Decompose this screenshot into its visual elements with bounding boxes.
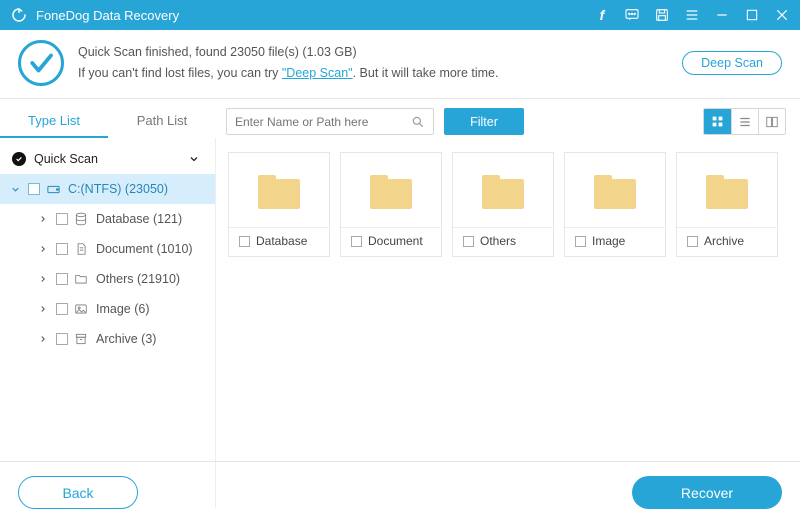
scan-summary-suffix: . But it will take more time. <box>353 66 499 80</box>
minimize-icon[interactable] <box>714 7 730 23</box>
checkbox[interactable] <box>56 333 68 345</box>
tree-drive-c[interactable]: C:(NTFS) (23050) <box>0 174 215 204</box>
checkbox[interactable] <box>575 236 586 247</box>
save-icon[interactable] <box>654 7 670 23</box>
chevron-right-icon[interactable] <box>36 214 50 224</box>
folder-icon <box>74 272 90 286</box>
tab-type-list[interactable]: Type List <box>0 105 108 138</box>
folder-card-database[interactable]: Database <box>228 152 330 257</box>
deep-scan-button[interactable]: Deep Scan <box>682 51 782 75</box>
folder-icon <box>258 175 300 209</box>
folder-icon <box>370 175 412 209</box>
archive-icon <box>74 332 90 346</box>
tree-item-label: Archive (3) <box>96 332 156 346</box>
search-icon[interactable] <box>411 115 425 129</box>
facebook-icon[interactable]: f <box>594 7 610 23</box>
tree-item-image[interactable]: Image (6) <box>0 294 215 324</box>
back-button[interactable]: Back <box>18 476 138 509</box>
folder-card-archive[interactable]: Archive <box>676 152 778 257</box>
image-icon <box>74 302 90 316</box>
database-icon <box>74 212 90 226</box>
checkbox[interactable] <box>56 273 68 285</box>
tree-item-label: Others (21910) <box>96 272 180 286</box>
content-grid: Database Document Others Image Archive <box>216 138 800 508</box>
chevron-down-icon[interactable] <box>8 184 22 195</box>
checkbox[interactable] <box>28 183 40 195</box>
checkbox[interactable] <box>56 243 68 255</box>
checkbox[interactable] <box>463 236 474 247</box>
maximize-icon[interactable] <box>744 7 760 23</box>
view-detail-icon[interactable] <box>758 109 785 134</box>
card-label: Image <box>592 234 625 248</box>
tree-item-document[interactable]: Document (1010) <box>0 234 215 264</box>
document-icon <box>74 242 90 256</box>
tree-item-label: Image (6) <box>96 302 150 316</box>
filter-button[interactable]: Filter <box>444 108 524 135</box>
checkbox[interactable] <box>687 236 698 247</box>
tree-item-label: Database (121) <box>96 212 182 226</box>
tree-item-label: Document (1010) <box>96 242 193 256</box>
folder-icon <box>706 175 748 209</box>
chevron-right-icon[interactable] <box>36 244 50 254</box>
checkbox[interactable] <box>239 236 250 247</box>
sidebar-tree: Quick Scan C:(NTFS) (23050) Database (12… <box>0 138 216 508</box>
chevron-down-icon[interactable] <box>187 153 201 165</box>
scan-summary-line1: Quick Scan finished, found 23050 file(s)… <box>78 42 682 63</box>
titlebar: FoneDog Data Recovery f <box>0 0 800 30</box>
sidebar-tabs: Type List Path List <box>0 105 216 138</box>
tab-path-list[interactable]: Path List <box>108 105 216 138</box>
tree-item-archive[interactable]: Archive (3) <box>0 324 215 354</box>
view-list-icon[interactable] <box>731 109 758 134</box>
chevron-right-icon[interactable] <box>36 334 50 344</box>
app-title: FoneDog Data Recovery <box>36 8 594 23</box>
scan-summary-line2: If you can't find lost files, you can tr… <box>78 63 682 84</box>
card-label: Archive <box>704 234 744 248</box>
checkbox[interactable] <box>56 303 68 315</box>
main-area: Quick Scan C:(NTFS) (23050) Database (12… <box>0 138 800 508</box>
chevron-right-icon[interactable] <box>36 274 50 284</box>
search-input[interactable] <box>235 115 411 129</box>
folder-card-document[interactable]: Document <box>340 152 442 257</box>
search-field[interactable] <box>226 108 434 135</box>
footer-bar: Back Recover <box>0 461 800 523</box>
menu-icon[interactable] <box>684 7 700 23</box>
card-label: Database <box>256 234 307 248</box>
drive-icon <box>46 182 62 197</box>
app-logo-icon <box>10 6 28 24</box>
scan-summary-bar: Quick Scan finished, found 23050 file(s)… <box>0 30 800 99</box>
tree-item-others[interactable]: Others (21910) <box>0 264 215 294</box>
tree-root-label: Quick Scan <box>34 152 98 166</box>
chevron-right-icon[interactable] <box>36 304 50 314</box>
folder-card-image[interactable]: Image <box>564 152 666 257</box>
view-grid-icon[interactable] <box>704 109 731 134</box>
close-icon[interactable] <box>774 7 790 23</box>
view-mode-toggle <box>703 108 786 135</box>
scan-summary-prefix: If you can't find lost files, you can tr… <box>78 66 282 80</box>
card-label: Others <box>480 234 516 248</box>
status-dot-icon <box>12 152 26 166</box>
feedback-icon[interactable] <box>624 7 640 23</box>
recover-button[interactable]: Recover <box>632 476 782 509</box>
card-label: Document <box>368 234 423 248</box>
toolbar: Type List Path List Filter <box>0 99 800 138</box>
deep-scan-link[interactable]: "Deep Scan" <box>282 66 353 80</box>
folder-icon <box>482 175 524 209</box>
tree-root-quick-scan[interactable]: Quick Scan <box>0 144 215 174</box>
scan-complete-icon <box>18 40 64 86</box>
checkbox[interactable] <box>351 236 362 247</box>
checkbox[interactable] <box>56 213 68 225</box>
folder-card-others[interactable]: Others <box>452 152 554 257</box>
folder-icon <box>594 175 636 209</box>
tree-item-database[interactable]: Database (121) <box>0 204 215 234</box>
tree-drive-label: C:(NTFS) (23050) <box>68 182 168 196</box>
